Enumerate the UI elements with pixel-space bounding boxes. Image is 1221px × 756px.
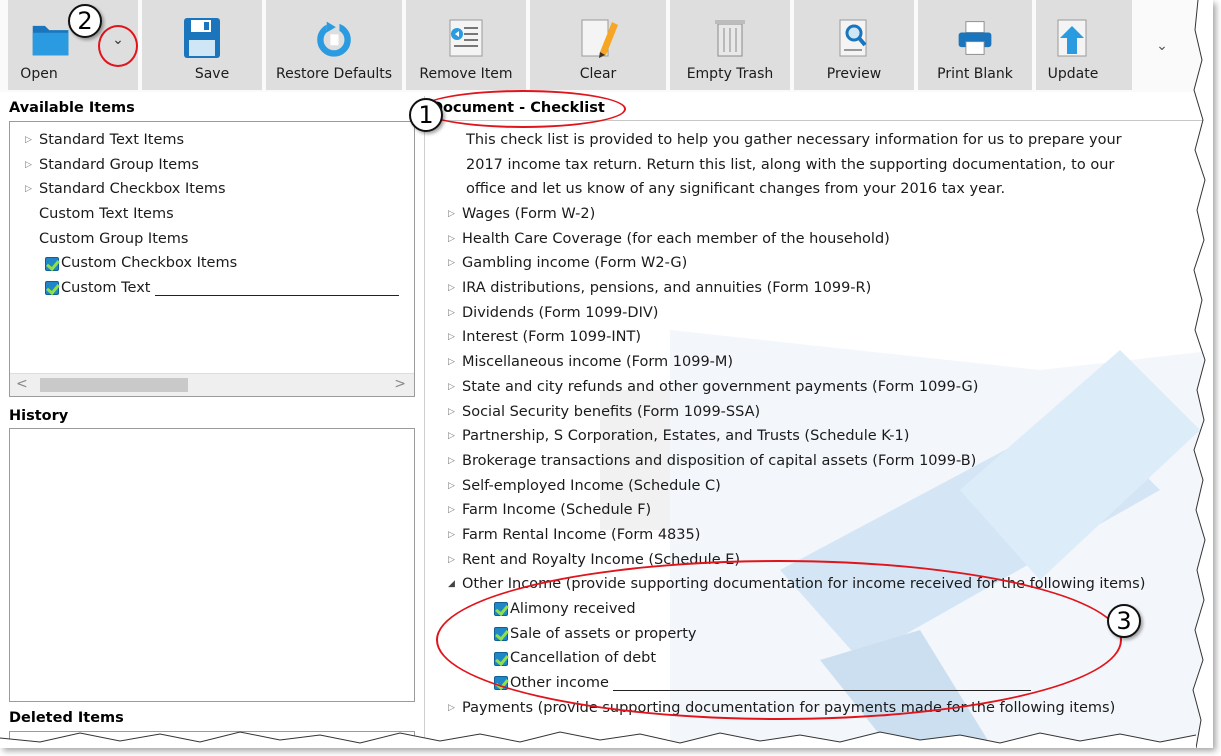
torn-edge-border xyxy=(0,0,1213,748)
application-window: Open ⌄ Save Restore Defaults Remove Item xyxy=(0,0,1213,748)
